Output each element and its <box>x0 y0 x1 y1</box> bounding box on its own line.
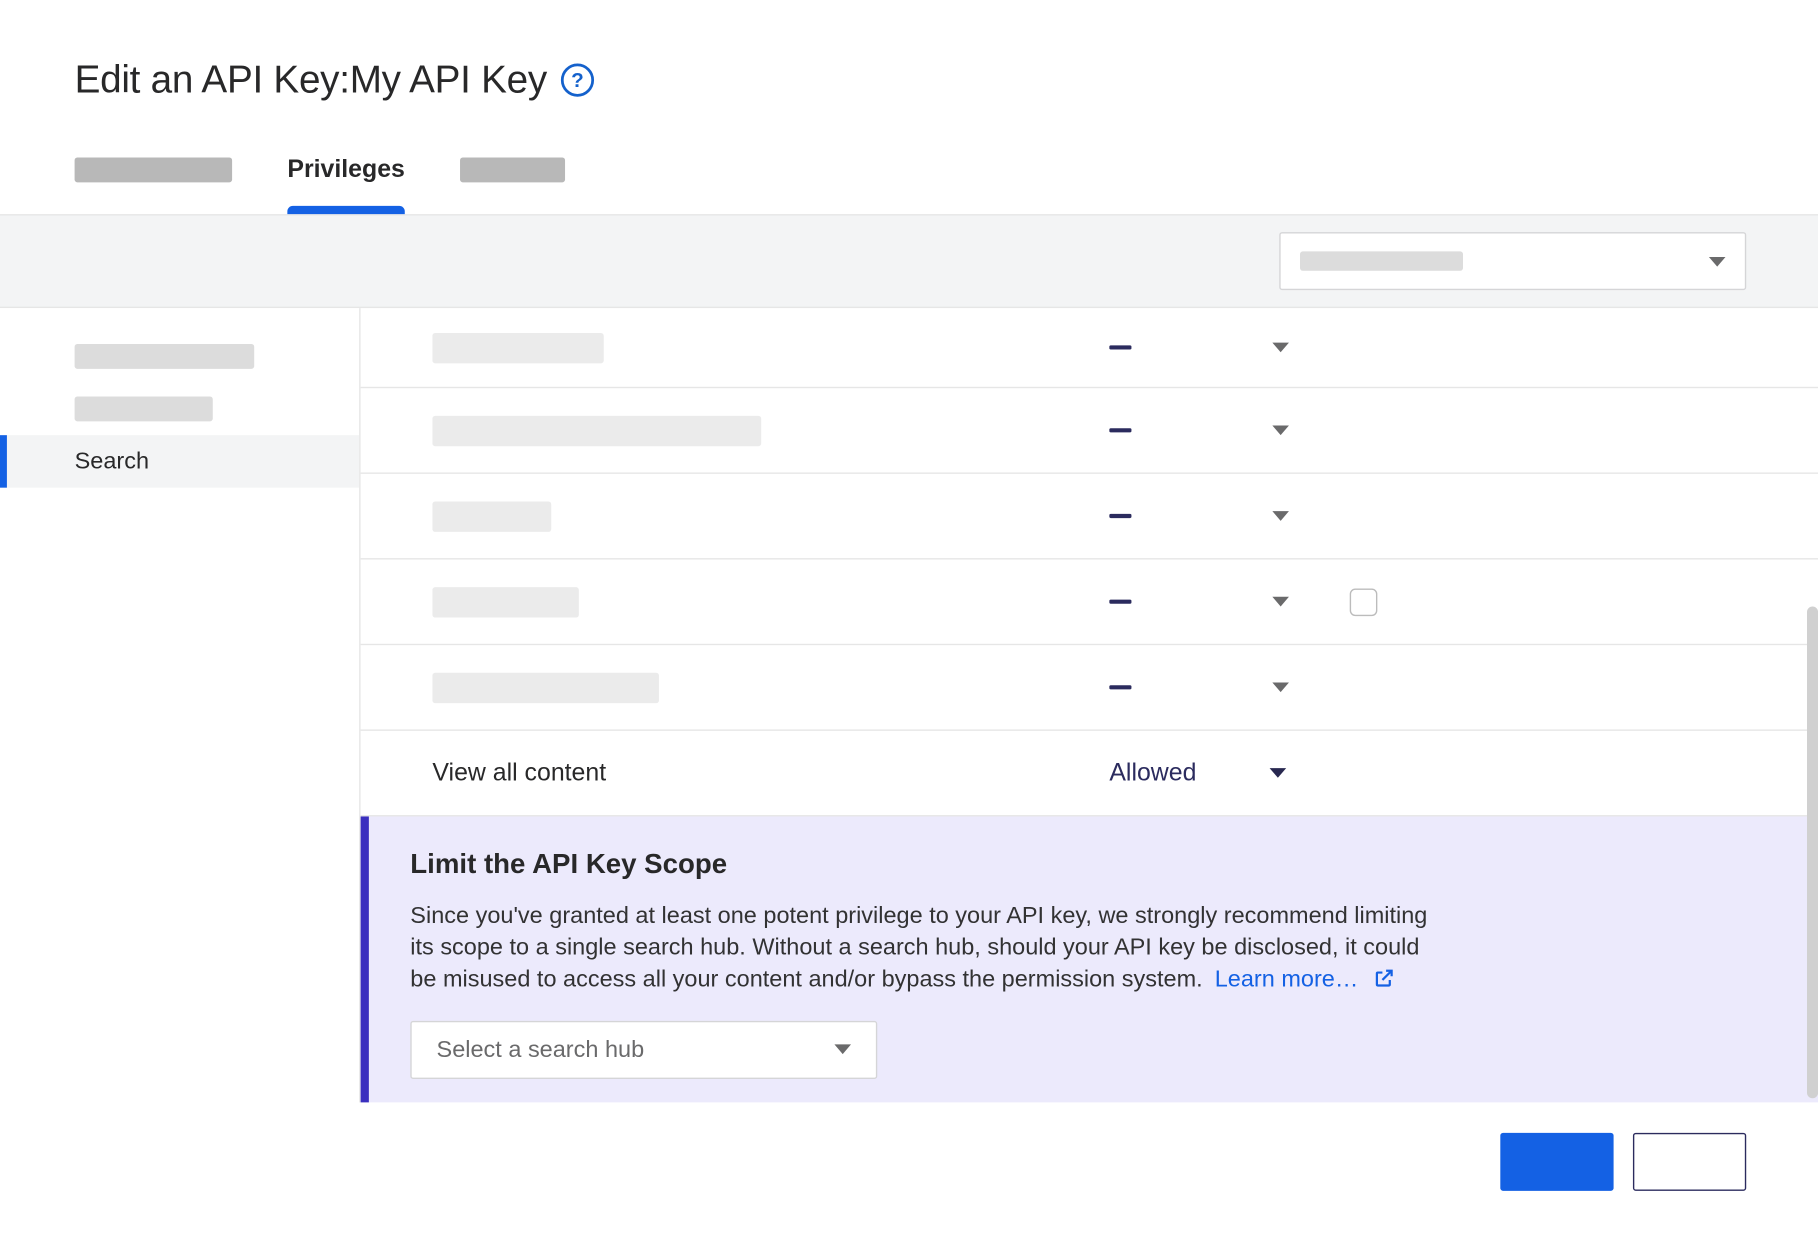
chevron-down-icon[interactable] <box>1272 426 1289 436</box>
chevron-down-icon[interactable] <box>1272 597 1289 607</box>
external-link-icon <box>1373 967 1395 989</box>
privilege-row <box>361 388 1818 474</box>
chevron-down-icon[interactable] <box>1272 682 1289 692</box>
primary-button[interactable] <box>1500 1133 1613 1191</box>
filter-bar <box>0 216 1818 309</box>
privilege-value: Allowed <box>1109 758 1206 787</box>
page-title-prefix: Edit an API Key: <box>75 58 350 102</box>
tabs: Privileges <box>0 102 1818 215</box>
chevron-down-icon <box>834 1045 851 1055</box>
secondary-button[interactable] <box>1633 1133 1746 1191</box>
chevron-down-icon[interactable] <box>1270 768 1287 778</box>
privilege-checkbox[interactable] <box>1350 588 1378 616</box>
scope-info-panel: Limit the API Key Scope Since you've gra… <box>361 816 1818 1102</box>
tab-placeholder-2[interactable] <box>460 157 565 212</box>
tab-privileges[interactable]: Privileges <box>287 155 405 214</box>
filter-select[interactable] <box>1279 232 1746 290</box>
privilege-row <box>361 308 1818 388</box>
placeholder-bar <box>75 344 255 369</box>
help-icon[interactable]: ? <box>561 64 594 97</box>
dash-icon <box>1109 514 1131 518</box>
placeholder-bar <box>432 672 659 702</box>
placeholder-bar <box>460 157 565 182</box>
placeholder-bar <box>432 332 603 362</box>
sidebar-item-placeholder-1[interactable] <box>0 330 359 382</box>
placeholder-bar <box>75 157 232 182</box>
scrollbar[interactable] <box>1807 606 1818 1098</box>
dash-icon <box>1109 428 1131 432</box>
tab-placeholder-1[interactable] <box>75 157 232 212</box>
info-title: Limit the API Key Scope <box>410 850 1765 882</box>
chevron-down-icon <box>1709 256 1726 266</box>
privilege-row <box>361 560 1818 646</box>
dash-icon <box>1109 600 1131 604</box>
placeholder-bar <box>432 415 761 445</box>
dash-icon <box>1109 345 1131 349</box>
sidebar: Search <box>0 308 359 1102</box>
placeholder-bar <box>432 586 578 616</box>
info-body: Since you've granted at least one potent… <box>410 901 1446 996</box>
privilege-row-view-all-content: View all content Allowed <box>361 731 1818 817</box>
privilege-row <box>361 474 1818 560</box>
placeholder-bar <box>75 396 213 421</box>
placeholder-bar <box>432 501 551 531</box>
search-hub-select[interactable]: Select a search hub <box>410 1021 877 1079</box>
footer-actions <box>0 1102 1818 1190</box>
learn-more-link[interactable]: Learn more… <box>1215 965 1396 991</box>
select-placeholder: Select a search hub <box>437 1036 645 1064</box>
privileges-list: View all content Allowed Limit the API K… <box>359 308 1818 1102</box>
placeholder-bar <box>1300 251 1463 270</box>
chevron-down-icon[interactable] <box>1272 343 1289 353</box>
privilege-label: View all content <box>432 758 606 787</box>
privilege-row <box>361 645 1818 731</box>
chevron-down-icon[interactable] <box>1272 511 1289 521</box>
sidebar-item-placeholder-2[interactable] <box>0 383 359 435</box>
sidebar-item-search[interactable]: Search <box>0 435 359 487</box>
dash-icon <box>1109 685 1131 689</box>
page-title-key-name: My API Key <box>350 58 547 102</box>
